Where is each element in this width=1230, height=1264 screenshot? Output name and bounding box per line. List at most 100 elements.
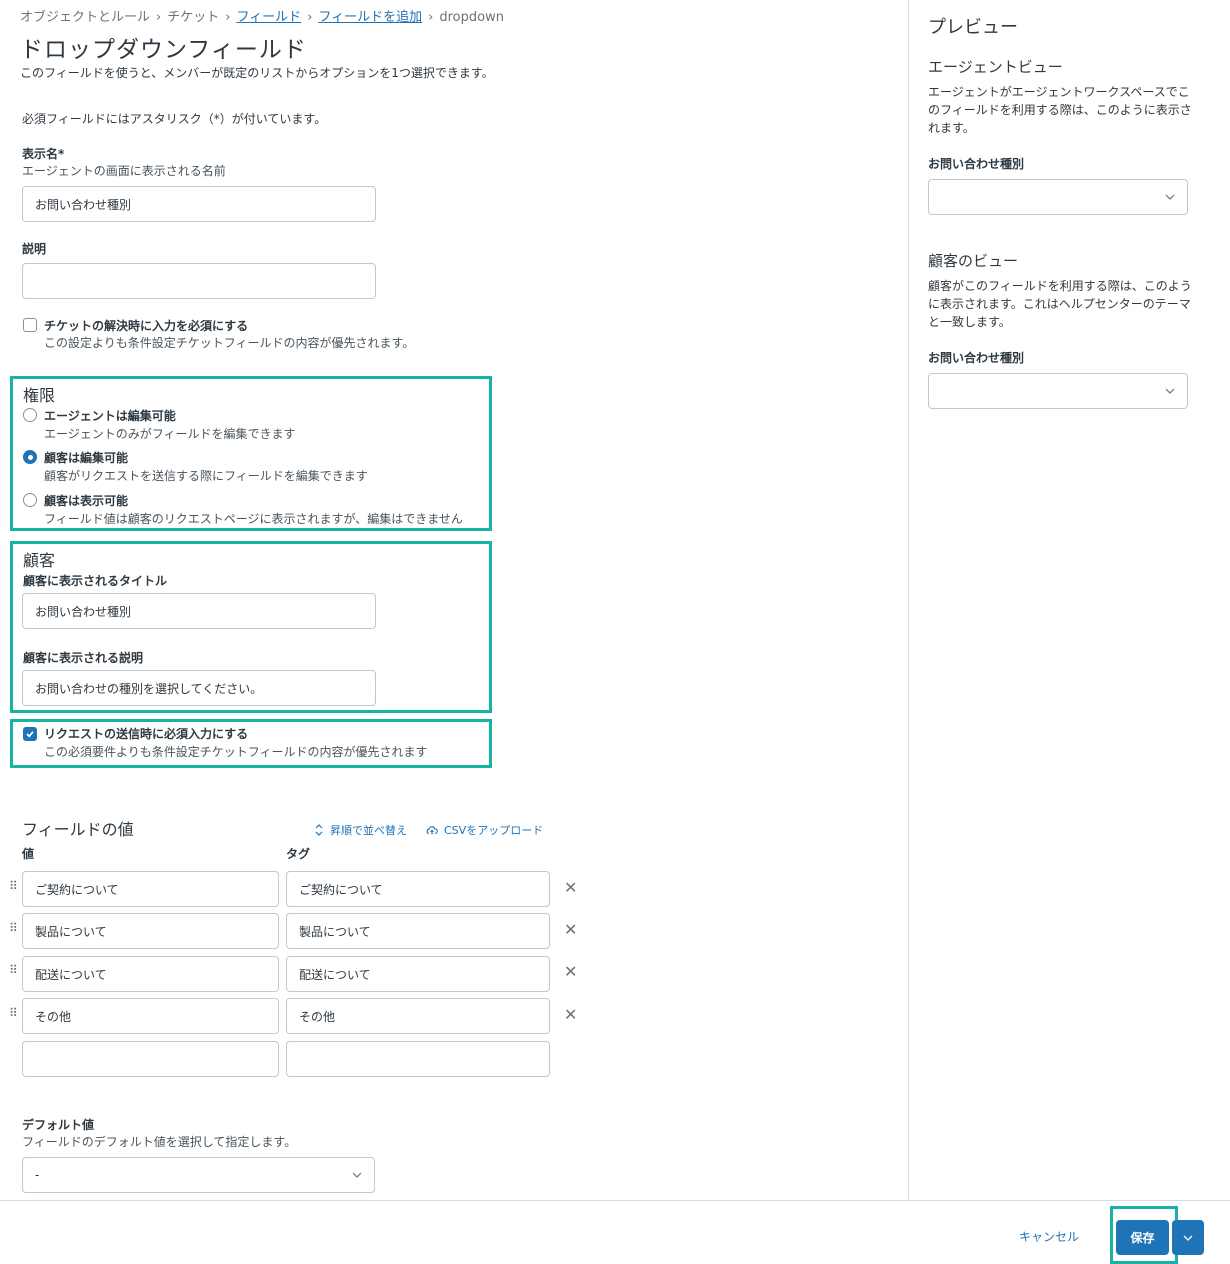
required-note: 必須フィールドにはアスタリスク（*）が付いています。 xyxy=(22,112,327,126)
customer-title-input[interactable]: お問い合わせ種別 xyxy=(22,593,376,629)
customer-view-title: 顧客のビュー xyxy=(928,252,1019,270)
remove-row-icon[interactable]: ✕ xyxy=(564,878,577,897)
agent-field-label: お問い合わせ種別 xyxy=(928,157,1025,171)
value-input[interactable]: 配送について xyxy=(22,956,279,992)
value-column-header: 値 xyxy=(22,847,35,861)
page-subtitle: このフィールドを使うと、メンバーが既定のリストからオプションを1つ選択できます。 xyxy=(20,66,494,80)
check-icon xyxy=(26,731,34,738)
customer-desc-value: お問い合わせの種別を選択してください。 xyxy=(35,681,263,696)
require-on-submit-checkbox[interactable] xyxy=(23,727,37,741)
drag-handle-icon[interactable]: ⠿ xyxy=(9,964,18,976)
permissions-title: 権限 xyxy=(23,386,56,405)
customer-title: 顧客 xyxy=(23,551,56,570)
radio-customer-visible[interactable] xyxy=(23,493,37,507)
breadcrumb-add-field-link[interactable]: フィールドを追加 xyxy=(318,10,422,25)
remove-row-icon[interactable]: ✕ xyxy=(564,1005,577,1024)
chevron-right-icon: › xyxy=(225,10,231,25)
breadcrumb-tickets[interactable]: チケット xyxy=(167,10,219,25)
require-on-submit-section: リクエストの送信時に必須入力にする この必須要件よりも条件設定チケットフィールド… xyxy=(10,719,492,768)
require-on-submit-hint: この必須要件よりも条件設定チケットフィールドの内容が優先されます xyxy=(44,745,428,759)
chevron-right-icon: › xyxy=(156,10,162,25)
radio-customer-editable[interactable] xyxy=(23,450,37,464)
remove-row-icon[interactable]: ✕ xyxy=(564,920,577,939)
description-label: 説明 xyxy=(22,242,47,256)
value-input[interactable]: ご契約について xyxy=(22,871,279,907)
agent-editable-hint: エージェントのみがフィールドを編集できます xyxy=(44,427,296,441)
cancel-button[interactable]: キャンセル xyxy=(1019,1228,1079,1245)
require-on-submit-label[interactable]: リクエストの送信時に必須入力にする xyxy=(44,725,248,742)
radio-agent-editable[interactable] xyxy=(23,408,37,422)
customer-editable-label[interactable]: 顧客は編集可能 xyxy=(44,449,128,466)
agent-editable-label[interactable]: エージェントは編集可能 xyxy=(44,407,176,424)
customer-visible-hint: フィールド値は顧客のリクエストページに表示されますが、編集はできません xyxy=(44,512,463,526)
page-title: ドロップダウンフィールド xyxy=(20,37,307,63)
tag-text: ご契約について xyxy=(299,882,383,897)
required-on-solve-checkbox[interactable] xyxy=(23,318,37,332)
display-name-label: 表示名* xyxy=(22,147,65,161)
upload-csv-button[interactable]: CSVをアップロード xyxy=(426,822,543,838)
customer-section: 顧客 顧客に表示されるタイトル お問い合わせ種別 顧客に表示される説明 お問い合… xyxy=(10,541,492,713)
save-options-button[interactable] xyxy=(1172,1220,1204,1255)
tag-input[interactable]: 配送について xyxy=(286,956,550,992)
tag-text: 配送について xyxy=(299,967,371,982)
default-value-select[interactable]: - xyxy=(22,1157,375,1193)
breadcrumb: オブジェクトとルール › チケット › フィールド › フィールドを追加 › dropdown xyxy=(20,6,504,25)
footer-bar: キャンセル 保存 xyxy=(0,1200,1230,1264)
customer-editable-hint: 顧客がリクエストを送信する際にフィールドを編集できます xyxy=(44,469,368,483)
customer-visible-label[interactable]: 顧客は表示可能 xyxy=(44,492,128,509)
display-name-input[interactable]: お問い合わせ種別 xyxy=(22,186,376,222)
breadcrumb-objects-rules[interactable]: オブジェクトとルール xyxy=(20,10,150,25)
sort-ascending-label: 昇順で並べ替え xyxy=(330,824,407,837)
preview-panel: プレビュー エージェントビュー エージェントがエージェントワークスペースでこのフ… xyxy=(908,0,1230,1200)
customer-title-label: 顧客に表示されるタイトル xyxy=(23,574,168,588)
customer-field-label: お問い合わせ種別 xyxy=(928,351,1025,365)
tag-text: その他 xyxy=(299,1009,336,1024)
required-on-solve-label[interactable]: チケットの解決時に入力を必須にする xyxy=(44,317,248,334)
customer-view-text: 顧客がこのフィールドを利用する際は、このように表示されます。これはヘルプセンター… xyxy=(928,279,1192,329)
display-name-value: お問い合わせ種別 xyxy=(35,197,132,212)
customer-preview-select[interactable] xyxy=(928,373,1188,409)
description-input[interactable] xyxy=(22,263,376,299)
value-input[interactable]: その他 xyxy=(22,998,279,1034)
tag-input[interactable]: ご契約について xyxy=(286,871,550,907)
sort-ascending-button[interactable]: 昇順で並べ替え xyxy=(314,822,407,838)
value-text: 配送について xyxy=(35,967,107,982)
default-value-label: デフォルト値 xyxy=(22,1118,95,1132)
field-values-title: フィールドの値 xyxy=(22,820,134,839)
chevron-right-icon: › xyxy=(307,10,313,25)
chevron-down-icon xyxy=(1165,194,1175,200)
remove-row-icon[interactable]: ✕ xyxy=(564,962,577,981)
customer-title-value: お問い合わせ種別 xyxy=(35,604,132,619)
value-input[interactable]: 製品について xyxy=(22,913,279,949)
cloud-upload-icon xyxy=(426,826,438,835)
chevron-right-icon: › xyxy=(428,10,434,25)
default-value-hint: フィールドのデフォルト値を選択して指定します。 xyxy=(22,1135,297,1149)
agent-preview-select[interactable] xyxy=(928,179,1188,215)
tag-column-header: タグ xyxy=(286,847,311,861)
value-text: 製品について xyxy=(35,924,107,939)
chevron-down-icon xyxy=(352,1172,362,1178)
value-text: その他 xyxy=(35,1009,72,1024)
tag-input[interactable]: その他 xyxy=(286,998,550,1034)
drag-handle-icon[interactable]: ⠿ xyxy=(9,922,18,934)
tag-text: 製品について xyxy=(299,924,371,939)
value-text: ご契約について xyxy=(35,882,119,897)
upload-csv-label: CSVをアップロード xyxy=(444,824,544,837)
drag-handle-icon[interactable]: ⠿ xyxy=(9,880,18,892)
required-on-solve-hint: この設定よりも条件設定チケットフィールドの内容が優先されます。 xyxy=(44,336,415,350)
default-value-selected: - xyxy=(35,1168,40,1182)
permissions-section: 権限 エージェントは編集可能 エージェントのみがフィールドを編集できます 顧客は… xyxy=(10,376,492,531)
chevron-down-icon xyxy=(1165,388,1175,394)
agent-view-text: エージェントがエージェントワークスペースでこのフィールドを利用する際は、このよう… xyxy=(928,85,1192,135)
preview-title: プレビュー xyxy=(928,17,1018,38)
customer-desc-label: 顧客に表示される説明 xyxy=(23,651,144,665)
breadcrumb-current: dropdown xyxy=(439,10,504,25)
new-value-input[interactable] xyxy=(22,1041,279,1077)
tag-input[interactable]: 製品について xyxy=(286,913,550,949)
drag-handle-icon[interactable]: ⠿ xyxy=(9,1007,18,1019)
customer-desc-input[interactable]: お問い合わせの種別を選択してください。 xyxy=(22,670,376,706)
breadcrumb-fields-link[interactable]: フィールド xyxy=(236,10,301,25)
new-tag-input[interactable] xyxy=(286,1041,550,1077)
display-name-hint: エージェントの画面に表示される名前 xyxy=(22,164,226,178)
save-button[interactable]: 保存 xyxy=(1116,1220,1169,1255)
